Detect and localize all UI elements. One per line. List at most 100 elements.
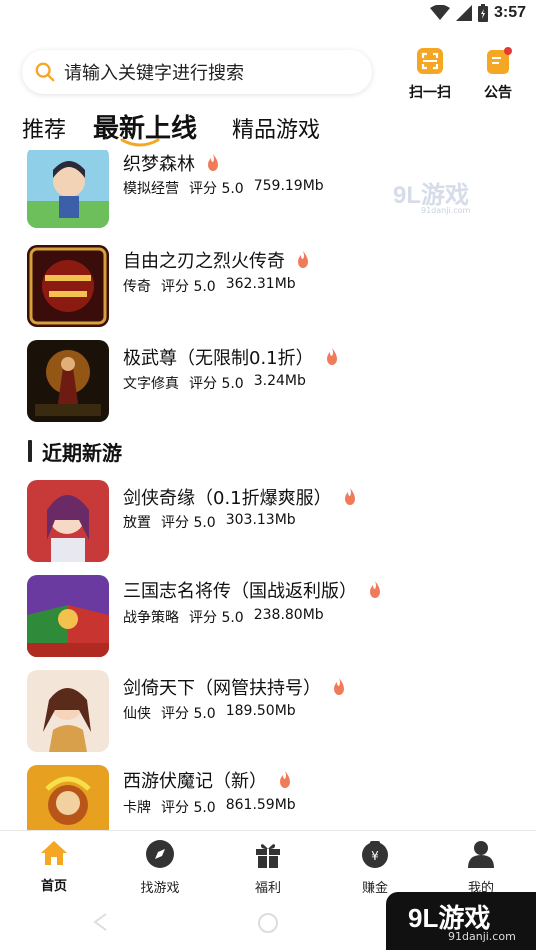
gift-icon — [256, 844, 280, 868]
game-name: 极武尊（无限制0.1折） — [123, 348, 314, 369]
section-title: 近期新游 — [42, 440, 122, 465]
list-item[interactable]: 剑侠奇缘（0.1折爆爽服） 放置 评分 5.0 303.13Mb — [0, 480, 536, 575]
game-rating: 评分 5.0 — [189, 181, 244, 197]
game-meta: 仙侠 评分 5.0 189.50Mb — [123, 703, 296, 723]
hot-icon — [370, 581, 380, 598]
battery-icon — [477, 4, 488, 22]
status-bar: 3:57 — [0, 0, 536, 28]
game-size: 189.50Mb — [225, 703, 296, 719]
section-bar — [28, 440, 32, 462]
game-category: 战争策略 — [123, 610, 179, 626]
game-title: 剑侠奇缘（0.1折爆爽服） — [123, 484, 358, 510]
user-icon — [468, 841, 494, 868]
sword-world-game-icon — [27, 670, 109, 752]
list-item[interactable]: 极武尊（无限制0.1折） 文字修真 评分 5.0 3.24Mb — [0, 340, 536, 435]
tab-recommend[interactable]: 推荐 — [22, 112, 66, 144]
signal-icon — [455, 5, 472, 21]
game-name: 自由之刃之烈火传奇 — [123, 251, 285, 272]
hot-icon — [326, 348, 337, 365]
game-size: 238.80Mb — [253, 607, 324, 623]
hot-icon — [208, 154, 218, 171]
nav-home-label: 首页 — [40, 879, 67, 894]
back-icon[interactable] — [92, 912, 108, 932]
game-meta: 放置 评分 5.0 303.13Mb — [123, 512, 296, 532]
game-category: 仙侠 — [123, 706, 151, 722]
game-size: 3.24Mb — [253, 373, 306, 389]
nav-earn[interactable]: ¥ 赚金 — [335, 839, 415, 896]
game-size: 759.19Mb — [253, 178, 324, 194]
scan-button[interactable]: 扫一扫 — [400, 46, 460, 102]
game-meta: 传奇 评分 5.0 362.31Mb — [123, 276, 296, 296]
martial-game-icon — [27, 340, 109, 422]
list-item[interactable]: 剑倚天下（网管扶持号） 仙侠 评分 5.0 189.50Mb — [0, 670, 536, 765]
tab-active-indicator — [120, 138, 160, 147]
game-meta: 文字修真 评分 5.0 3.24Mb — [123, 373, 306, 393]
hot-icon — [344, 488, 355, 505]
journey-west-game-icon — [27, 765, 109, 830]
scan-icon — [417, 48, 443, 74]
home-icon — [41, 841, 67, 865]
game-title: 西游伏魔记（新） — [123, 767, 293, 793]
game-category: 卡牌 — [123, 800, 151, 816]
nav-welfare-label: 福利 — [254, 881, 281, 896]
tab-featured[interactable]: 精品游戏 — [232, 112, 320, 144]
list-item[interactable]: 自由之刃之烈火传奇 传奇 评分 5.0 362.31Mb — [0, 245, 536, 340]
search-input[interactable]: 请输入关键字进行搜索 — [64, 59, 244, 85]
game-rating: 评分 5.0 — [161, 515, 216, 531]
game-title: 三国志名将传（国战返利版） — [123, 577, 383, 603]
home-circle-icon[interactable] — [257, 912, 279, 934]
nav-find-games[interactable]: 找游戏 — [120, 839, 200, 896]
list-item[interactable]: 织梦森林 模拟经营 评分 5.0 759.19Mb — [0, 150, 536, 241]
forest-game-icon — [27, 150, 109, 228]
search-icon — [35, 62, 55, 82]
game-rating: 评分 5.0 — [189, 376, 244, 392]
game-name: 织梦森林 — [123, 154, 195, 175]
game-size: 861.59Mb — [225, 797, 296, 813]
game-rating: 评分 5.0 — [189, 610, 244, 626]
game-title: 自由之刃之烈火传奇 — [123, 247, 311, 273]
game-rating: 评分 5.0 — [161, 279, 216, 295]
header: 请输入关键字进行搜索 扫一扫 公告 推荐 最新上线 精品游戏 — [0, 28, 536, 150]
game-name: 三国志名将传（国战返利版） — [123, 581, 357, 602]
legend-game-icon — [27, 245, 109, 327]
nav-find-games-label: 找游戏 — [140, 881, 180, 896]
game-meta: 战争策略 评分 5.0 238.80Mb — [123, 607, 324, 627]
money-bag-icon: ¥ — [362, 841, 388, 868]
nav-welfare[interactable]: 福利 — [228, 839, 308, 896]
notice-button[interactable]: 公告 — [468, 46, 528, 102]
game-size: 303.13Mb — [225, 512, 296, 528]
game-rating: 评分 5.0 — [161, 706, 216, 722]
game-title: 剑倚天下（网管扶持号） — [123, 674, 347, 700]
game-category: 模拟经营 — [123, 181, 179, 197]
game-list: 9L游戏 91danji.com 织梦森林 模拟经营 评分 5.0 759.19… — [0, 150, 536, 830]
section-header: 近期新游 — [28, 438, 122, 465]
hot-icon — [334, 678, 344, 695]
game-title: 极武尊（无限制0.1折） — [123, 344, 340, 370]
svg-text:¥: ¥ — [371, 849, 379, 863]
three-kingdoms-game-icon — [27, 575, 109, 657]
swordsman-game-icon — [27, 480, 109, 562]
scan-label: 扫一扫 — [409, 85, 451, 101]
list-item[interactable]: 西游伏魔记（新） 卡牌 评分 5.0 861.59Mb — [0, 765, 536, 830]
corner-watermark-url: 91danji.com — [448, 930, 516, 943]
game-name: 剑倚天下（网管扶持号） — [123, 678, 321, 699]
game-rating: 评分 5.0 — [161, 800, 216, 816]
status-time: 3:57 — [493, 4, 526, 21]
game-category: 放置 — [123, 515, 151, 531]
game-meta: 卡牌 评分 5.0 861.59Mb — [123, 797, 296, 817]
game-category: 传奇 — [123, 279, 151, 295]
notice-label: 公告 — [484, 85, 512, 101]
bottom-nav: 首页 找游戏 福利 ¥ 赚金 我的 — [0, 830, 536, 896]
nav-home[interactable]: 首页 — [14, 839, 94, 894]
game-size: 362.31Mb — [225, 276, 296, 292]
search-bar[interactable]: 请输入关键字进行搜索 — [22, 50, 372, 94]
game-title: 织梦森林 — [123, 150, 221, 176]
game-category: 文字修真 — [123, 376, 179, 392]
corner-watermark: 9L游戏 91danji.com — [386, 892, 536, 950]
nav-profile[interactable]: 我的 — [441, 839, 521, 896]
hot-icon — [280, 771, 290, 788]
tab-bar: 推荐 最新上线 精品游戏 — [0, 108, 536, 148]
wifi-icon — [429, 5, 450, 20]
compass-icon — [146, 840, 174, 868]
list-item[interactable]: 三国志名将传（国战返利版） 战争策略 评分 5.0 238.80Mb — [0, 575, 536, 670]
